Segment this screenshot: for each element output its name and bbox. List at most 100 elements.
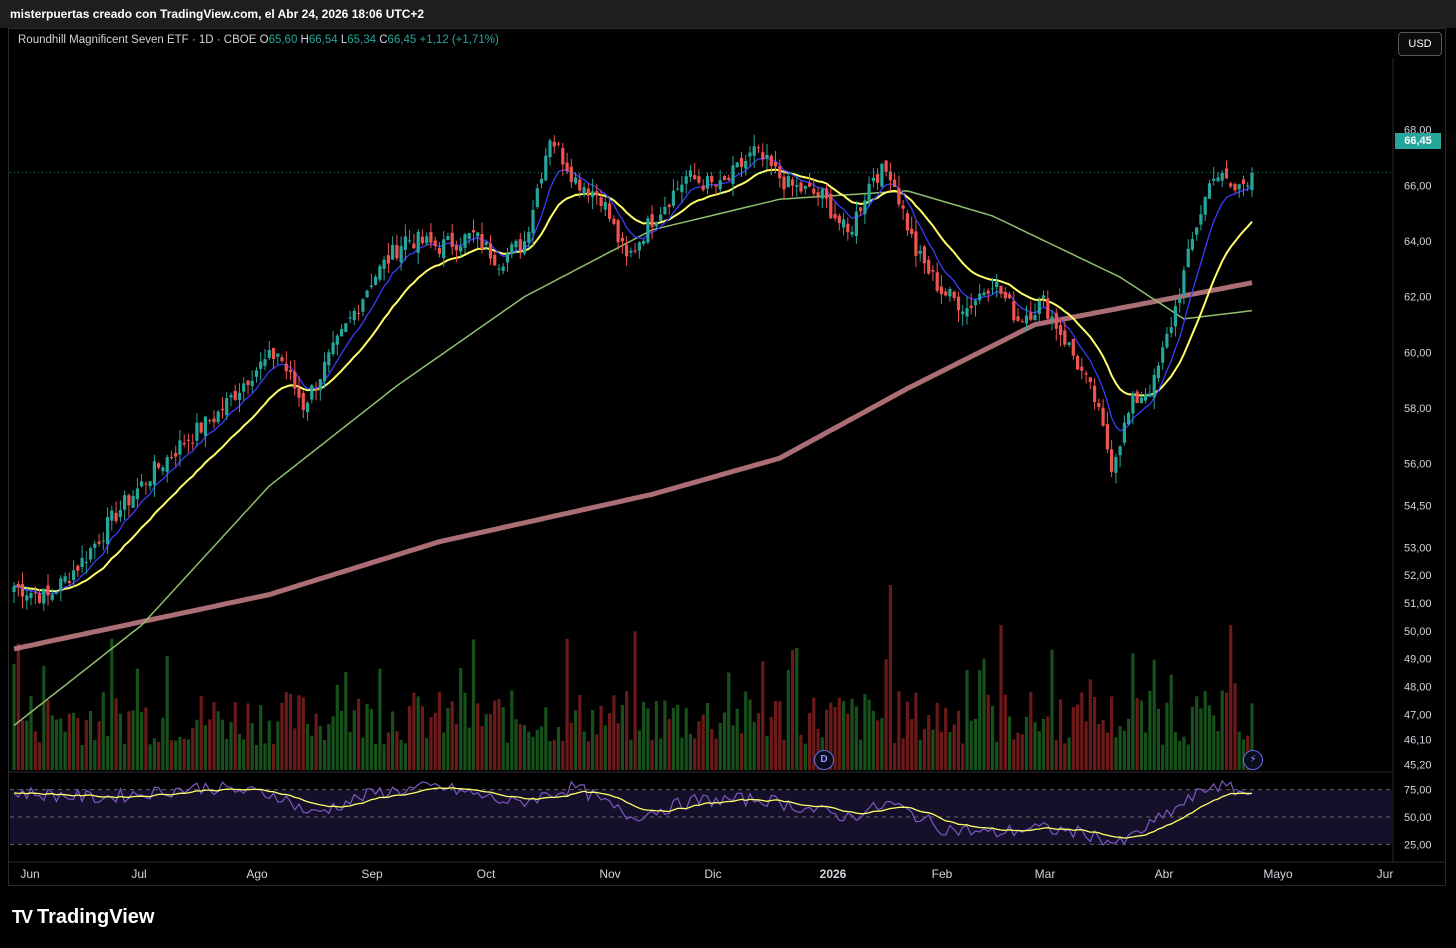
volume-bar (480, 726, 484, 770)
volume-bar (897, 691, 901, 770)
volume-bar (1020, 734, 1024, 770)
volume-bar (1080, 692, 1084, 770)
volume-bar (212, 702, 216, 770)
volume-bar (93, 740, 97, 770)
candle-body (965, 308, 969, 317)
volume-bar (63, 731, 67, 770)
candle-body (357, 312, 361, 314)
candle-body (174, 453, 178, 457)
candle-body (348, 317, 352, 319)
candle-body (522, 241, 527, 254)
volume-bar (1212, 715, 1216, 770)
candle-body (642, 240, 646, 244)
volume-bar (1152, 659, 1156, 770)
candle-body (1195, 227, 1199, 235)
volume-bar (446, 707, 450, 770)
price-tick-label: 60,00 (1404, 347, 1432, 359)
candle-body (378, 265, 382, 280)
candle-body (608, 203, 612, 219)
candle-body (208, 420, 212, 422)
dividend-icon[interactable]: D (814, 750, 834, 770)
currency-button[interactable]: USD (1398, 32, 1442, 56)
volume-bar (1122, 730, 1126, 770)
volume-bar (135, 668, 139, 770)
candle-body (437, 248, 441, 254)
volume-bar (233, 702, 237, 770)
candle-body (1207, 183, 1212, 199)
volume-bar (918, 739, 922, 770)
candle-body (1212, 178, 1216, 181)
candle-body (233, 390, 237, 400)
volume-bar (842, 701, 846, 770)
candle-body (731, 165, 735, 185)
candle-body (1097, 403, 1101, 407)
volume-bar (978, 670, 982, 770)
volume-bar (361, 737, 365, 770)
volume-bar (637, 730, 641, 770)
candle-body (182, 442, 186, 445)
volume-bar (595, 734, 599, 770)
volume-bar (459, 667, 463, 770)
volume-bar (1139, 700, 1143, 770)
rsi-tick-label: 25,00 (1404, 839, 1432, 851)
candle-body (995, 281, 999, 287)
volume-bar (654, 701, 658, 770)
volume-bar (80, 745, 84, 770)
volume-bar (561, 740, 565, 770)
candle-body (1105, 424, 1109, 450)
candle-body (382, 259, 386, 269)
candle-body (331, 342, 335, 355)
volume-bar (186, 739, 190, 770)
volume-bar (603, 725, 607, 770)
candle-body (1241, 179, 1246, 185)
candle-body (1076, 356, 1080, 370)
candle-body (561, 148, 565, 165)
volume-bar (1033, 722, 1037, 770)
volume-bar (522, 725, 527, 770)
candle-body (935, 272, 939, 291)
candle-body (37, 593, 42, 603)
candle-body (152, 461, 156, 485)
volume-bar (599, 705, 603, 770)
candle-body (471, 230, 476, 233)
volume-bar (680, 737, 684, 770)
candle-body (301, 393, 305, 410)
volume-bar (467, 727, 471, 770)
volume-bar (195, 719, 199, 770)
volume-bar (284, 691, 288, 770)
candle-body (714, 184, 718, 187)
volume-bar (710, 728, 714, 770)
time-tick-label: Jur (1377, 867, 1394, 881)
candle-body (297, 388, 301, 398)
volume-bars (12, 585, 1254, 770)
candle-body (705, 176, 710, 189)
price-tick-label: 45,20 (1404, 759, 1432, 771)
candle-body (1067, 342, 1071, 345)
volume-bar (16, 643, 20, 770)
flash-icon[interactable]: ⚡ (1243, 750, 1263, 770)
volume-bar (808, 713, 812, 770)
candle-body (850, 231, 854, 235)
volume-bar (893, 743, 897, 770)
volume-bar (118, 713, 122, 770)
candle-body (684, 176, 688, 184)
candle-body (582, 187, 586, 195)
candle-body (825, 188, 829, 199)
volume-bar (612, 695, 616, 770)
volume-bar (1016, 732, 1020, 770)
rsi-pane (9, 771, 1392, 847)
candle-body (1037, 300, 1041, 314)
candle-body (710, 176, 714, 183)
candle-body (1135, 391, 1139, 403)
volume-bar (140, 712, 144, 770)
chart-canvas[interactable]: 68,0066,0064,0062,0060,0058,0056,0054,50… (0, 0, 1456, 948)
volume-bar (905, 701, 909, 770)
candle-body (310, 385, 314, 400)
volume-bar (208, 719, 212, 770)
candle-body (688, 170, 692, 177)
candle-body (1003, 291, 1007, 299)
candle-body (544, 155, 548, 181)
volume-bar (1161, 744, 1165, 770)
volume-bar (501, 707, 505, 770)
candle-body (280, 357, 284, 362)
